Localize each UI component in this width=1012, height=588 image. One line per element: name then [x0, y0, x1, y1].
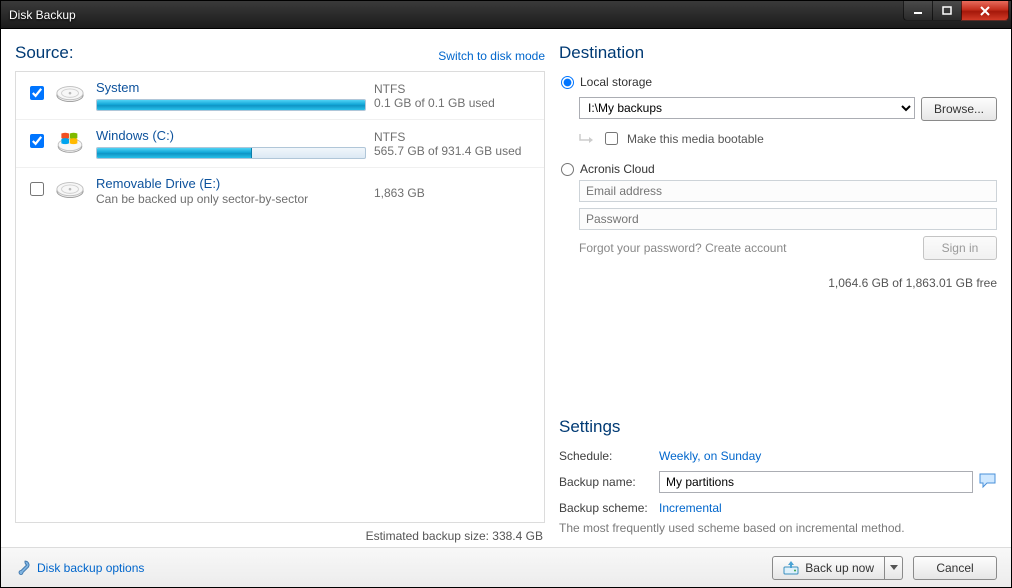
source-name: System: [96, 80, 374, 95]
cancel-button[interactable]: Cancel: [913, 556, 997, 580]
source-item[interactable]: System NTFS 0.1 GB of 0.1 GB used: [16, 72, 544, 120]
estimated-size: Estimated backup size: 338.4 GB: [15, 529, 543, 543]
source-heading: Source:: [15, 43, 74, 63]
hard-drive-icon: [54, 82, 86, 108]
arrow-return-icon: [579, 133, 595, 145]
backup-name-input[interactable]: [659, 471, 973, 493]
source-name: Removable Drive (E:): [96, 176, 374, 191]
minimize-icon: [913, 6, 923, 16]
maximize-icon: [942, 6, 952, 16]
source-list: System NTFS 0.1 GB of 0.1 GB used: [15, 71, 545, 523]
source-checkbox[interactable]: [30, 134, 44, 148]
backup-scheme-desc: The most frequently used scheme based on…: [559, 521, 997, 535]
back-up-now-dropdown[interactable]: [885, 556, 903, 580]
window-controls: [904, 1, 1009, 28]
source-name: Windows (C:): [96, 128, 374, 143]
local-storage-option[interactable]: Local storage: [559, 75, 997, 89]
source-checkbox[interactable]: [30, 182, 44, 196]
source-item[interactable]: Removable Drive (E:) Can be backed up on…: [16, 168, 544, 214]
create-account-link[interactable]: Create account: [705, 241, 786, 255]
wrench-icon: [15, 560, 31, 576]
source-item[interactable]: Windows (C:) NTFS 565.7 GB of 931.4 GB u…: [16, 120, 544, 168]
hard-drive-icon: [54, 178, 86, 204]
free-space-text: 1,064.6 GB of 1,863.01 GB free: [559, 276, 997, 290]
close-button[interactable]: [961, 1, 1009, 21]
maximize-button[interactable]: [932, 1, 962, 21]
source-fs: NTFS: [374, 82, 534, 96]
source-fs: NTFS: [374, 130, 534, 144]
schedule-label: Schedule:: [559, 449, 659, 463]
backup-drive-icon: [783, 561, 799, 575]
destination-path-select[interactable]: I:\My backups: [579, 97, 915, 119]
backup-name-label: Backup name:: [559, 475, 659, 489]
switch-disk-mode-link[interactable]: Switch to disk mode: [438, 49, 545, 63]
backup-scheme-label: Backup scheme:: [559, 501, 659, 515]
local-storage-label: Local storage: [580, 75, 652, 89]
disk-backup-options-label: Disk backup options: [37, 561, 144, 575]
cloud-label: Acronis Cloud: [580, 162, 655, 176]
make-bootable-checkbox[interactable]: [605, 132, 618, 145]
local-storage-radio[interactable]: [561, 76, 574, 89]
sign-in-button[interactable]: Sign in: [923, 236, 997, 260]
source-checkbox[interactable]: [30, 86, 44, 100]
usage-bar: [96, 99, 366, 111]
close-icon: [979, 6, 991, 16]
backup-scheme-link[interactable]: Incremental: [659, 501, 722, 515]
cloud-option[interactable]: Acronis Cloud: [559, 162, 997, 176]
destination-heading: Destination: [559, 43, 997, 63]
email-field[interactable]: [579, 180, 997, 202]
usage-bar: [96, 147, 366, 159]
title-bar: Disk Backup: [1, 1, 1011, 29]
make-bootable-label: Make this media bootable: [627, 132, 764, 146]
browse-button[interactable]: Browse...: [921, 97, 997, 121]
disk-backup-options-link[interactable]: Disk backup options: [15, 560, 144, 576]
window-title: Disk Backup: [9, 8, 76, 22]
schedule-link[interactable]: Weekly, on Sunday: [659, 449, 761, 463]
back-up-now-button[interactable]: Back up now: [772, 556, 903, 580]
back-up-now-label: Back up now: [805, 561, 874, 575]
password-field[interactable]: [579, 208, 997, 230]
settings-heading: Settings: [559, 417, 997, 437]
comment-icon[interactable]: [979, 473, 997, 492]
source-usage: 0.1 GB of 0.1 GB used: [374, 96, 534, 110]
source-usage: 565.7 GB of 931.4 GB used: [374, 144, 534, 158]
chevron-down-icon: [890, 565, 898, 571]
windows-drive-icon: [54, 130, 86, 156]
source-note: Can be backed up only sector-by-sector: [96, 192, 374, 206]
forgot-password-link[interactable]: Forgot your password?: [579, 241, 702, 255]
cloud-radio[interactable]: [561, 163, 574, 176]
minimize-button[interactable]: [903, 1, 933, 21]
source-usage: 1,863 GB: [374, 186, 534, 200]
